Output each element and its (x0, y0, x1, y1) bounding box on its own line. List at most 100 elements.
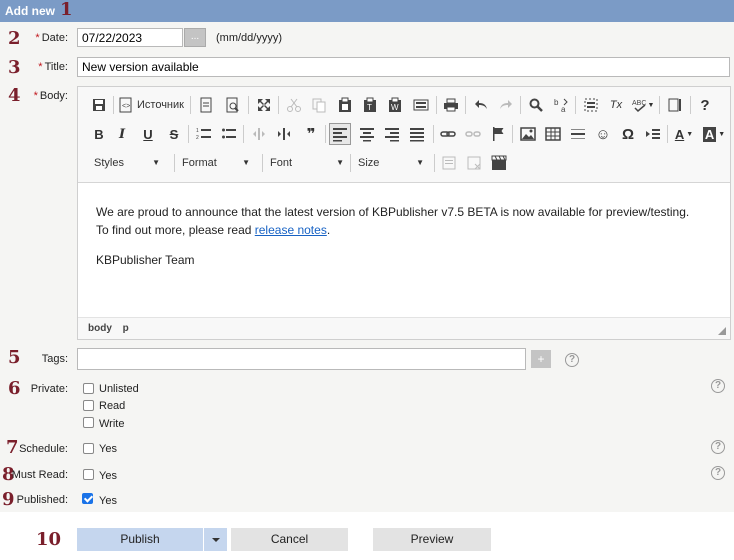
help-icon[interactable]: ? (711, 466, 725, 480)
media-embed-icon[interactable] (488, 152, 510, 174)
numbered-list-icon[interactable]: 12 (193, 123, 215, 145)
blockquote-icon[interactable]: ❞ (300, 123, 322, 145)
align-center-icon[interactable] (356, 123, 378, 145)
chevron-down-icon: ▼ (336, 158, 344, 167)
body-editor[interactable]: <> Источник T W ba Tx ABC ▼ ? B I U S 1 … (77, 86, 731, 340)
marker-1: 1 (60, 0, 73, 20)
help-icon[interactable]: ? (565, 353, 579, 367)
tags-input[interactable] (77, 348, 526, 370)
published-checkbox[interactable] (82, 493, 93, 504)
link-icon[interactable] (437, 123, 459, 145)
find-icon[interactable] (525, 94, 547, 116)
blocks-icon[interactable] (664, 94, 686, 116)
resize-handle[interactable] (718, 327, 726, 335)
select-all-icon[interactable] (580, 94, 602, 116)
strikethrough-icon[interactable]: S (163, 123, 185, 145)
table-icon[interactable] (542, 123, 564, 145)
schedule-checkbox[interactable] (83, 443, 94, 454)
outdent-icon[interactable] (248, 123, 270, 145)
private-label: Private: (30, 383, 68, 395)
unlink-icon[interactable] (462, 123, 484, 145)
undo-icon[interactable] (470, 94, 492, 116)
date-input[interactable] (77, 28, 183, 47)
size-combo[interactable]: Size ▼ (358, 153, 428, 173)
chevron-down-icon: ▼ (242, 158, 250, 167)
svg-text:<>: <> (122, 103, 130, 110)
title-input[interactable] (77, 57, 730, 77)
content-signature: KBPublisher Team (96, 253, 195, 267)
preview-button[interactable]: Preview (373, 528, 491, 551)
font-combo[interactable]: Font ▼ (270, 153, 348, 173)
publish-button[interactable]: Publish (77, 528, 203, 551)
editor-content[interactable]: We are proud to announce that the latest… (96, 203, 716, 269)
new-page-icon[interactable] (195, 94, 217, 116)
source-button[interactable]: <> Источник (118, 94, 186, 116)
underline-icon[interactable]: U (137, 123, 159, 145)
replace-icon[interactable]: ba (550, 94, 572, 116)
element-path-body[interactable]: body (88, 323, 112, 334)
copy-icon[interactable] (308, 94, 330, 116)
save-icon[interactable] (88, 94, 110, 116)
indent-icon[interactable] (273, 123, 295, 145)
template-icon[interactable] (410, 94, 432, 116)
horizontal-rule-icon[interactable] (567, 123, 589, 145)
align-right-icon[interactable] (381, 123, 403, 145)
image-icon[interactable] (517, 123, 539, 145)
help-icon[interactable]: ? (711, 379, 725, 393)
help-icon[interactable]: ? (711, 440, 725, 454)
unlisted-label: Unlisted (99, 383, 139, 395)
svg-text:T: T (367, 103, 372, 112)
bold-icon[interactable]: B (88, 123, 110, 145)
redo-icon[interactable] (495, 94, 517, 116)
svg-text:a: a (561, 105, 566, 113)
special-char-icon[interactable]: Ω (617, 123, 639, 145)
schedule-label: Schedule: (19, 443, 68, 455)
styles-combo[interactable]: Styles ▼ (94, 153, 164, 173)
spellcheck-icon[interactable]: ABC ▼ (630, 94, 656, 116)
clear-format-icon[interactable]: Tx (605, 94, 627, 116)
help-icon[interactable]: ? (694, 94, 716, 116)
publish-options-button[interactable] (204, 528, 227, 551)
paste-word-icon[interactable]: W (384, 94, 406, 116)
align-left-icon[interactable] (329, 123, 351, 145)
editor-statusbar: body p (78, 317, 730, 339)
format-combo[interactable]: Format ▼ (182, 153, 254, 173)
page-break-icon[interactable] (642, 123, 664, 145)
element-path-p[interactable]: p (123, 323, 129, 334)
read-checkbox[interactable] (83, 400, 94, 411)
italic-icon[interactable]: I (111, 123, 133, 145)
svg-text:W: W (391, 103, 399, 112)
date-label: * Date: (35, 32, 68, 44)
paste-text-icon[interactable]: T (359, 94, 381, 116)
write-checkbox[interactable] (83, 417, 94, 428)
justify-icon[interactable] (406, 123, 428, 145)
release-notes-link[interactable]: release notes (255, 223, 327, 237)
chevron-down-icon (211, 537, 220, 542)
remove-format-icon[interactable] (463, 152, 485, 174)
add-tag-button[interactable]: + (531, 350, 551, 368)
body-label: * Body: (33, 90, 68, 102)
editor-toolbar: <> Источник T W ba Tx ABC ▼ ? B I U S 1 … (78, 87, 730, 183)
date-format-hint: (mm/dd/yyyy) (216, 32, 282, 44)
bullet-list-icon[interactable] (218, 123, 240, 145)
text-color-icon[interactable]: A ▼ (671, 123, 697, 145)
preview-icon[interactable] (222, 94, 244, 116)
content-paragraph: To find out more, please read release no… (96, 223, 331, 237)
schedule-yes-label: Yes (99, 443, 117, 455)
print-icon[interactable] (440, 94, 462, 116)
paste-icon[interactable] (334, 94, 356, 116)
anchor-flag-icon[interactable] (487, 123, 509, 145)
must-read-checkbox[interactable] (83, 469, 94, 480)
cancel-button[interactable]: Cancel (231, 528, 348, 551)
copy-format-icon[interactable] (438, 152, 460, 174)
form-title: Add new (5, 4, 55, 18)
bg-color-icon[interactable]: A ▼ (701, 123, 727, 145)
published-yes-label: Yes (99, 495, 117, 507)
title-label: * Title: (38, 61, 68, 73)
date-picker-button[interactable]: ... (184, 28, 206, 47)
maximize-icon[interactable] (253, 94, 275, 116)
unlisted-checkbox[interactable] (83, 383, 94, 394)
content-paragraph: We are proud to announce that the latest… (96, 205, 690, 219)
smiley-icon[interactable]: ☺ (592, 123, 614, 145)
cut-icon[interactable] (283, 94, 305, 116)
